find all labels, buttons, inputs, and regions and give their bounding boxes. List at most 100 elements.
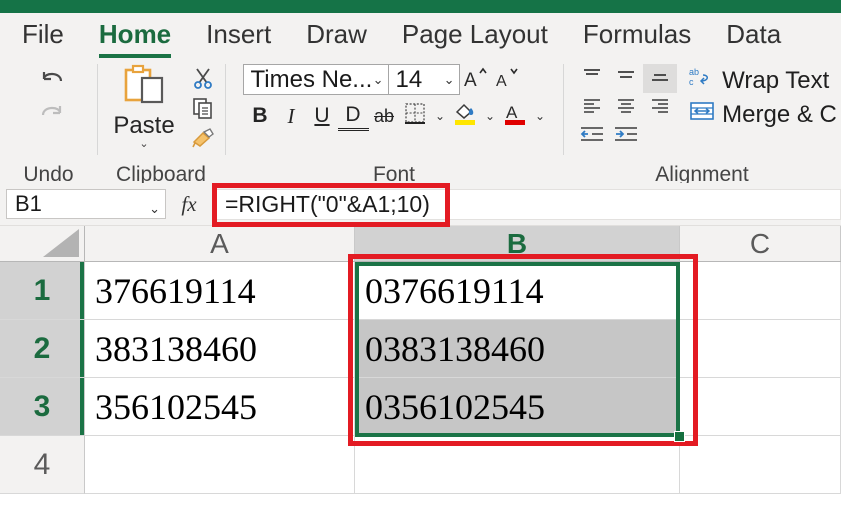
borders-button[interactable] (400, 101, 431, 131)
formula-input[interactable]: =RIGHT("0"&A1;10) (212, 189, 841, 220)
font-color-button[interactable]: A (500, 101, 531, 131)
tab-draw[interactable]: Draw (306, 19, 367, 53)
cell-b4[interactable] (355, 436, 680, 494)
decrease-font-size-button[interactable]: A (492, 64, 524, 95)
fill-color-chevron-down-icon[interactable]: ⌄ (481, 101, 500, 131)
ribbon-group-undo-label: Undo (0, 163, 97, 183)
bold-label: B (252, 104, 267, 128)
row-header-4[interactable]: 4 (0, 436, 85, 494)
formula-value: =RIGHT("0"&A1;10) (225, 191, 430, 218)
font-size-combobox[interactable]: 14 ⌄ (389, 64, 460, 95)
tab-insert[interactable]: Insert (206, 19, 271, 53)
cell-a2[interactable]: 383138460 (85, 320, 355, 378)
borders-chevron-down-icon[interactable]: ⌄ (431, 101, 450, 131)
paste-clipboard-icon (119, 64, 169, 113)
active-tab-underline (99, 54, 171, 58)
table-row: 4 (0, 436, 841, 494)
cell-b3[interactable]: 0356102545 (355, 378, 680, 436)
font-name-combobox[interactable]: Times Ne... ⌄ (243, 64, 389, 95)
strikethrough-button[interactable]: ab (369, 101, 400, 131)
align-bottom-icon (649, 66, 671, 91)
cell-a1[interactable]: 376619114 (85, 262, 355, 320)
ribbon-group-undo: Undo (0, 58, 97, 183)
insert-function-button[interactable]: fx (166, 192, 212, 217)
cell-c4[interactable] (680, 436, 841, 494)
select-all-button[interactable] (0, 226, 85, 261)
paste-dropdown-chevron-icon[interactable]: ⌄ (139, 140, 148, 148)
column-header-b-label: B (507, 228, 527, 260)
font-color-chevron-down-icon[interactable]: ⌄ (531, 101, 550, 131)
tab-formulas-label: Formulas (583, 19, 691, 49)
column-header-c[interactable]: C (680, 226, 841, 261)
increase-indent-button[interactable] (609, 122, 643, 151)
fill-handle[interactable] (674, 431, 685, 442)
row-header-3[interactable]: 3 (0, 378, 85, 436)
merge-cells-icon (689, 99, 715, 130)
cell-b1[interactable]: 0376619114 (355, 262, 680, 320)
tab-home[interactable]: Home (99, 19, 171, 53)
font-color-a-icon: A (502, 100, 528, 132)
ribbon-tab-strip: File Home Insert Draw Page Layout Formul… (0, 13, 841, 58)
name-box-chevron-down-icon[interactable]: ⌄ (149, 204, 160, 214)
decrease-indent-icon (579, 124, 605, 149)
redo-button[interactable] (32, 98, 72, 130)
cell-a3-value: 356102545 (95, 386, 257, 428)
fx-label: fx (181, 192, 196, 216)
align-top-icon (581, 66, 603, 91)
row-header-3-label: 3 (34, 390, 51, 424)
row-header-1[interactable]: 1 (0, 262, 85, 320)
formula-bar-row: B1 ⌄ fx =RIGHT("0"&A1;10) (0, 183, 841, 226)
spreadsheet-grid: A B C 1 376619114 0376619114 2 383138460 (0, 226, 841, 483)
double-underline-button[interactable]: D (338, 102, 369, 131)
align-middle-icon (615, 66, 637, 91)
align-bottom-button[interactable] (643, 64, 677, 93)
cell-a3[interactable]: 356102545 (85, 378, 355, 436)
name-box[interactable]: B1 ⌄ (6, 189, 166, 219)
bold-button[interactable]: B (245, 101, 276, 131)
fill-color-button[interactable] (450, 101, 481, 131)
increase-font-size-button[interactable]: A (460, 64, 492, 95)
undo-arrow-icon (37, 67, 67, 93)
font-name-value: Times Ne... (251, 68, 373, 92)
font-name-chevron-down-icon[interactable]: ⌄ (373, 75, 384, 85)
format-painter-button[interactable] (186, 126, 220, 155)
underline-button[interactable]: U (307, 101, 338, 131)
tab-formulas[interactable]: Formulas (583, 19, 691, 53)
merge-and-center-button[interactable]: Merge & C (689, 99, 837, 130)
align-left-button[interactable] (575, 93, 609, 122)
tab-file[interactable]: File (22, 19, 64, 53)
italic-button[interactable]: I (276, 101, 307, 131)
tab-page-layout-label: Page Layout (402, 19, 548, 49)
paste-button-label: Paste (113, 114, 174, 138)
wrap-text-button[interactable]: ab c Wrap Text (689, 65, 837, 96)
tab-data[interactable]: Data (726, 19, 781, 53)
align-center-button[interactable] (609, 93, 643, 122)
cell-a4[interactable] (85, 436, 355, 494)
cell-c2[interactable] (680, 320, 841, 378)
undo-button[interactable] (32, 64, 72, 96)
align-top-button[interactable] (575, 64, 609, 93)
tab-page-layout[interactable]: Page Layout (402, 19, 548, 53)
table-row: 2 383138460 0383138460 (0, 320, 841, 378)
decrease-indent-button[interactable] (575, 122, 609, 151)
font-size-chevron-down-icon[interactable]: ⌄ (444, 75, 455, 85)
cut-button[interactable] (186, 66, 220, 95)
window-title-bar (0, 0, 841, 13)
column-header-b[interactable]: B (355, 226, 680, 261)
cell-c3[interactable] (680, 378, 841, 436)
cell-a1-value: 376619114 (95, 270, 256, 312)
align-right-button[interactable] (643, 93, 677, 122)
cell-b2-value: 0383138460 (365, 328, 545, 370)
cell-b2[interactable]: 0383138460 (355, 320, 680, 378)
cell-c1[interactable] (680, 262, 841, 320)
cell-b3-value: 0356102545 (365, 386, 545, 428)
paste-button[interactable]: Paste ⌄ (102, 64, 186, 148)
increase-font-size-icon: A (463, 64, 489, 95)
scissors-icon (191, 66, 215, 95)
ribbon-group-clipboard-label: Clipboard (97, 163, 225, 183)
svg-text:A: A (506, 103, 518, 122)
column-header-a[interactable]: A (85, 226, 355, 261)
align-middle-button[interactable] (609, 64, 643, 93)
row-header-2[interactable]: 2 (0, 320, 85, 378)
copy-button[interactable] (186, 96, 220, 125)
